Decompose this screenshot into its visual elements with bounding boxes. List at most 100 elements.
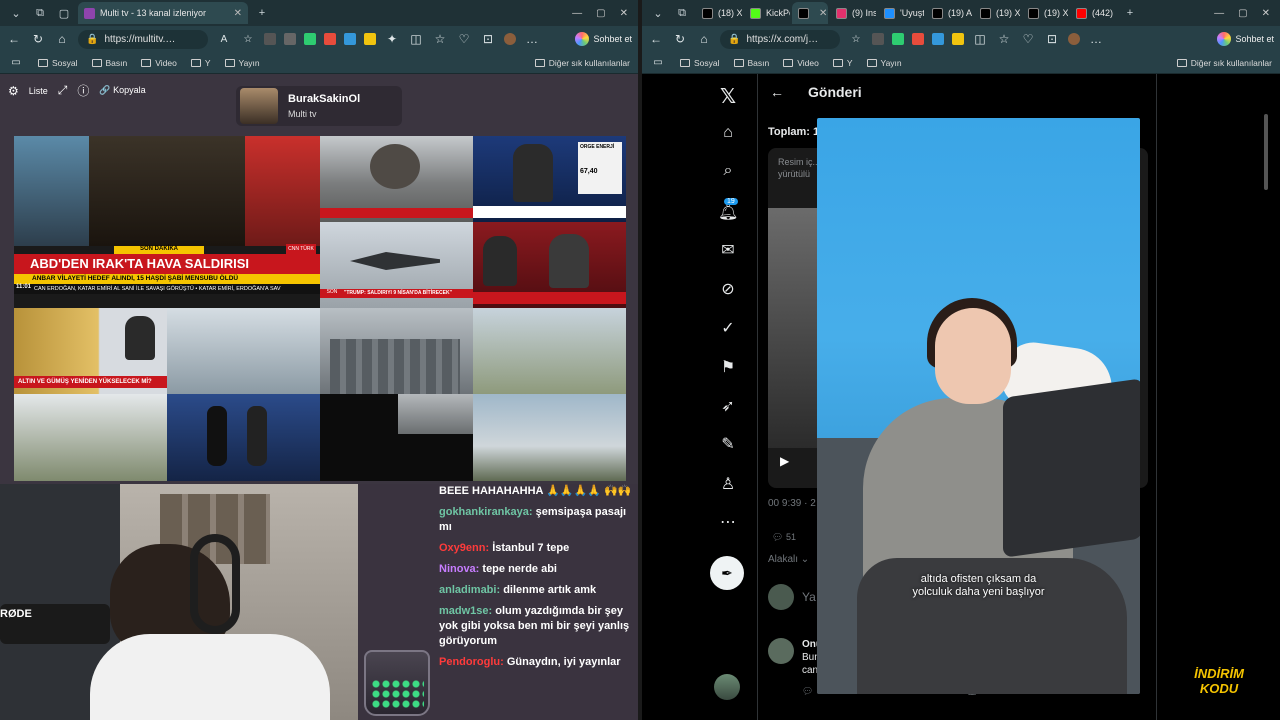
favorites-icon[interactable]: ☆	[996, 32, 1012, 46]
home-icon[interactable]: ⌂	[718, 124, 738, 142]
comment-icon[interactable]: 💬︎	[802, 686, 813, 697]
channel-tile-clouds[interactable]	[473, 394, 626, 481]
back-arrow-icon[interactable]: ←	[770, 84, 784, 100]
maximize-icon[interactable]: ▢	[596, 8, 605, 19]
bookmark-folder-yayin[interactable]: Yayın	[224, 58, 260, 68]
communities-icon[interactable]: ✎	[718, 434, 738, 454]
compose-post-button[interactable]: ✒	[710, 556, 744, 590]
favorites-icon[interactable]: ☆	[432, 32, 448, 46]
refresh-icon[interactable]: ↻	[30, 32, 46, 46]
x-logo-icon[interactable]: 𝕏	[718, 84, 738, 109]
extension-icon-4[interactable]	[324, 33, 336, 45]
bookmarks-menu-icon[interactable]: ▭	[650, 57, 666, 68]
chat-username[interactable]: Ninova:	[439, 563, 479, 575]
address-bar[interactable]: 🔒 https://multitv.…	[78, 29, 208, 49]
profile-person-icon[interactable]: ♙	[718, 474, 738, 494]
browser-tab[interactable]: (18) X F	[696, 2, 742, 24]
bookmark-folder-basin[interactable]: Basın	[733, 58, 769, 68]
channel-tile-skycam-1[interactable]	[167, 308, 320, 394]
channel-tile-night-cams[interactable]	[320, 394, 473, 481]
channel-tile-studio-2[interactable]	[167, 394, 320, 481]
browser-tab[interactable]: (442) İt	[1070, 2, 1116, 24]
scrollbar[interactable]	[1264, 114, 1268, 190]
verified-icon[interactable]: ✓	[718, 318, 738, 338]
close-tab-icon[interactable]: ✕	[234, 8, 242, 19]
channel-tile-gold[interactable]: ALTIN VE GÜMÜŞ YENİDEN YÜKSELECEK Mİ?	[14, 308, 167, 394]
streamer-profile-card[interactable]: BurakSakinOl Multi tv	[236, 86, 402, 126]
bookmark-folder-other[interactable]: Diğer sık kullanılanlar	[534, 58, 630, 68]
address-bar[interactable]: 🔒 https://x.com/j…	[720, 29, 840, 49]
extension-icon-5[interactable]	[952, 33, 964, 45]
new-tab-icon[interactable]: +	[1120, 3, 1140, 23]
play-icon[interactable]: ▶	[780, 454, 789, 468]
profile-avatar[interactable]	[1068, 33, 1080, 45]
bookmark-folder-y[interactable]: Y	[190, 58, 211, 68]
jobs-rocket-icon[interactable]: ➶	[718, 396, 738, 416]
bookmark-folder-video[interactable]: Video	[783, 58, 819, 68]
channel-tile-city[interactable]	[320, 308, 473, 394]
screenshot-icon[interactable]: ⊡	[480, 32, 496, 46]
extension-icon-2[interactable]	[892, 33, 904, 45]
browser-tab[interactable]: (19) X'i	[974, 2, 1020, 24]
notifications-bell-icon[interactable]: 🔔︎	[718, 202, 738, 222]
close-window-icon[interactable]: ✕	[1262, 8, 1270, 19]
refresh-icon[interactable]: ↻	[672, 32, 688, 46]
grok-icon[interactable]: ⊘	[718, 279, 738, 299]
tab-list-icon[interactable]: ⌄	[6, 3, 26, 23]
extension-icon-4[interactable]	[932, 33, 944, 45]
account-avatar[interactable]	[714, 674, 740, 700]
home-icon[interactable]: ⌂	[54, 32, 70, 46]
copilot-button[interactable]: Sohbet et	[1217, 32, 1274, 46]
collections-icon[interactable]: ♡	[1020, 32, 1036, 46]
profile-avatar[interactable]	[504, 33, 516, 45]
channel-tile-cnnturk[interactable]: SON DAKİKA ABD'DEN IRAK'TA HAVA SALDIRIS…	[14, 136, 320, 308]
back-icon[interactable]: ←	[6, 32, 22, 46]
sort-replies-dropdown[interactable]: Alakalı ⌄	[768, 554, 809, 565]
copilot-button[interactable]: Sohbet et	[575, 32, 632, 46]
tab-actions-icon[interactable]: ▢	[54, 3, 74, 23]
chat-username[interactable]: Oxy9enn:	[439, 542, 489, 554]
bookmark-folder-yayin[interactable]: Yayın	[866, 58, 902, 68]
channel-tile-hills[interactable]	[14, 394, 167, 481]
channel-tile-studio[interactable]	[473, 222, 626, 308]
bookmarks-menu-icon[interactable]: ▭	[8, 57, 24, 68]
new-tab-icon[interactable]: +	[252, 3, 272, 23]
split-screen-icon[interactable]: ◫	[408, 32, 424, 46]
workspaces-icon[interactable]: ⧉	[672, 3, 692, 23]
bookmark-folder-other[interactable]: Diğer sık kullanılanlar	[1176, 58, 1272, 68]
channel-tile-jet[interactable]: "TRUMP: SALDIRIYI 9 NİSAN'DA BİTİRECEK" …	[320, 222, 473, 308]
tab-list-icon[interactable]: ⌄	[648, 3, 668, 23]
copy-link-button[interactable]: 🔗 Kopyala	[99, 85, 145, 96]
browser-tab[interactable]: ✕	[792, 2, 828, 24]
channel-tile-orge[interactable]: ORGE ENERJİ 67,40	[473, 136, 626, 222]
info-icon[interactable]: ⓘ	[77, 82, 89, 99]
tab-multitv[interactable]: Multi tv - 13 kanal izleniyor ✕	[78, 2, 248, 24]
browser-tab[interactable]: (19) X'i	[1022, 2, 1068, 24]
bookmark-folder-video[interactable]: Video	[141, 58, 177, 68]
close-tab-icon[interactable]: ✕	[819, 8, 827, 19]
close-window-icon[interactable]: ✕	[620, 8, 628, 19]
chat-username[interactable]: gokhankirankaya:	[439, 506, 533, 518]
home-icon[interactable]: ⌂	[696, 32, 712, 46]
list-button[interactable]: Liste	[29, 86, 48, 96]
maximize-icon[interactable]: ▢	[1238, 8, 1247, 19]
bookmarks-icon[interactable]: ⚑	[718, 357, 738, 377]
extension-icon-2[interactable]	[284, 33, 296, 45]
extension-icon-3[interactable]	[912, 33, 924, 45]
messages-mail-icon[interactable]: ✉	[718, 240, 738, 260]
extension-icon-6[interactable]	[364, 33, 376, 45]
chat-username[interactable]: madw1se:	[439, 605, 492, 617]
screenshot-icon[interactable]: ⊡	[1044, 32, 1060, 46]
settings-gear-icon[interactable]: ⚙	[8, 84, 19, 98]
minimize-icon[interactable]: —	[1214, 8, 1224, 19]
workspaces-icon[interactable]: ⧉	[30, 3, 50, 23]
channel-tile-smoke[interactable]	[320, 136, 473, 222]
favorite-icon[interactable]: ☆	[240, 34, 256, 45]
extension-icon-1[interactable]	[872, 33, 884, 45]
more-menu-icon[interactable]: …	[524, 32, 540, 46]
browser-tab[interactable]: (9) Inst	[830, 2, 876, 24]
channel-tile-town[interactable]	[473, 308, 626, 394]
fullscreen-icon[interactable]: ⤢	[58, 83, 68, 98]
explore-search-icon[interactable]: ⌕	[718, 162, 738, 180]
extensions-puzzle-icon[interactable]: ✦	[384, 32, 400, 46]
